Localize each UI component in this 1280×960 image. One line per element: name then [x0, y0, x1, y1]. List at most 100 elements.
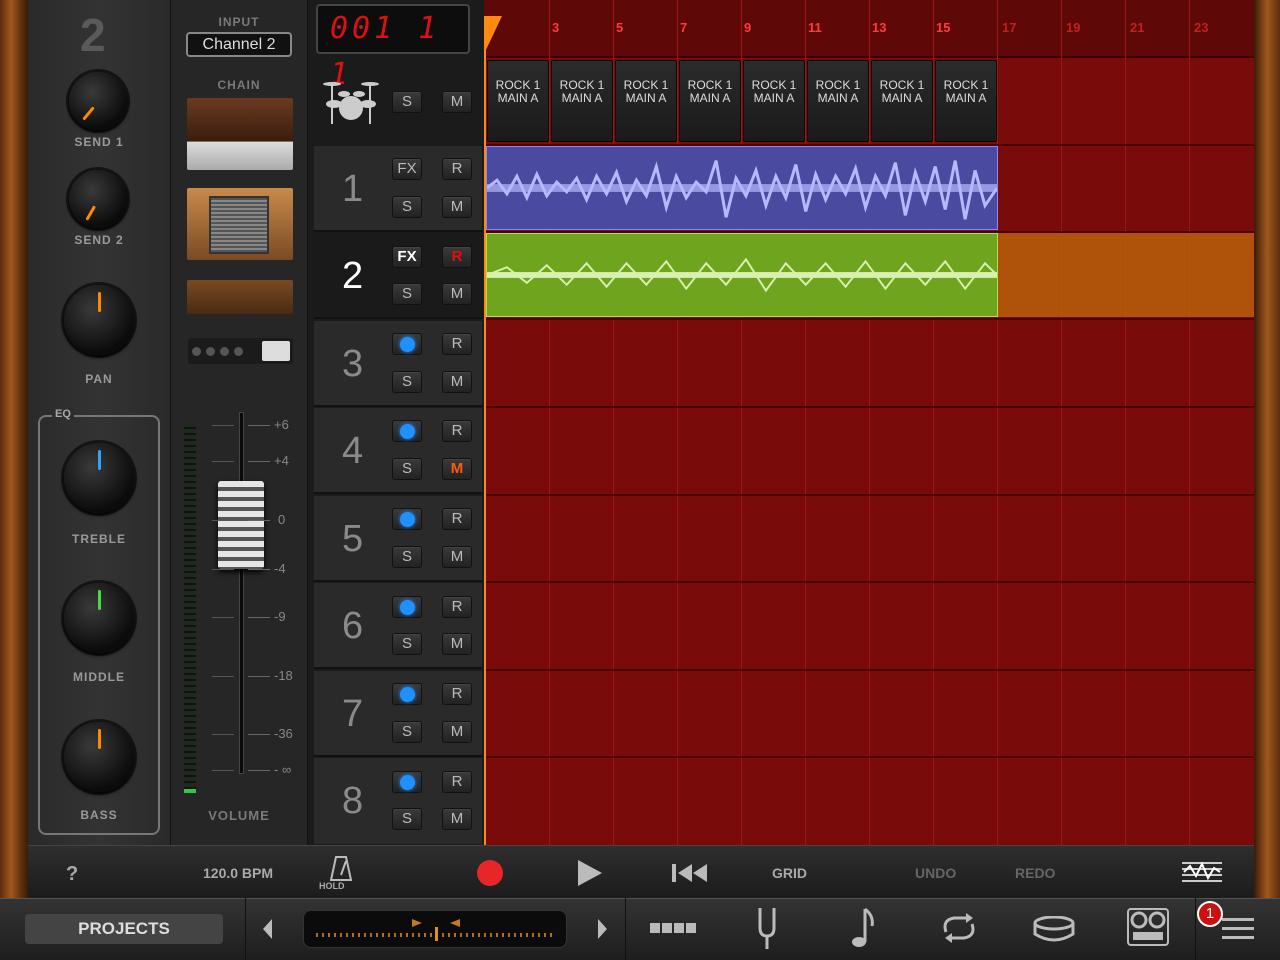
scale-minus18: -18 [274, 668, 293, 683]
track4-record-button[interactable]: R [442, 420, 472, 442]
track-number: 8 [342, 780, 364, 822]
play-button[interactable] [578, 860, 602, 886]
tape-recorder-icon[interactable] [1127, 908, 1169, 946]
drum-pattern-block[interactable]: ROCK 1 MAIN A [487, 60, 549, 142]
record-button[interactable] [477, 860, 503, 886]
notification-badge: 1 [1197, 901, 1223, 927]
track5-mute-button[interactable]: M [442, 546, 472, 568]
track7-fx-icon[interactable] [392, 683, 422, 705]
track-number: 6 [342, 605, 364, 647]
scale-zero: 0 [278, 512, 286, 527]
track1-record-button[interactable]: R [442, 158, 472, 180]
ruler-bar-5: 5 [616, 20, 624, 35]
track1-fx-button[interactable]: FX [392, 158, 422, 180]
track2-record-button[interactable]: R [442, 246, 472, 268]
pan-knob[interactable] [64, 285, 134, 355]
track1-mute-button[interactable]: M [442, 196, 472, 218]
tempo-display[interactable]: 120.0 BPM [203, 865, 273, 881]
track7-mute-button[interactable]: M [442, 721, 472, 743]
bass-knob[interactable] [64, 722, 134, 792]
room-slot[interactable] [187, 280, 293, 314]
drum-pattern-block[interactable]: ROCK 1 MAIN A [935, 60, 997, 142]
track7-solo-button[interactable]: S [392, 721, 422, 743]
track2-fx-button[interactable]: FX [392, 246, 422, 268]
music-note-icon[interactable] [850, 906, 876, 950]
ruler-bar-17: 17 [1002, 20, 1017, 35]
song-sections-icon[interactable] [650, 922, 698, 934]
ruler-bar-9: 9 [744, 20, 752, 35]
ruler-bar-11: 11 [808, 20, 822, 35]
volume-fader-handle[interactable] [218, 481, 264, 569]
track5-fx-icon[interactable] [392, 508, 422, 530]
treble-knob[interactable] [64, 443, 134, 513]
hold-label: HOLD [319, 881, 345, 891]
playhead[interactable] [484, 16, 486, 845]
drum-pattern-block[interactable]: ROCK 1 MAIN A [871, 60, 933, 142]
tuning-fork-icon[interactable] [756, 906, 778, 950]
track6-record-button[interactable]: R [442, 596, 472, 618]
track4-fx-icon[interactable] [392, 420, 422, 442]
chain-label: CHAIN [217, 78, 261, 92]
drum-pattern-block[interactable]: ROCK 1 MAIN A [679, 60, 741, 142]
waveform [487, 257, 997, 293]
drum-pattern-block[interactable]: ROCK 1 MAIN A [551, 60, 613, 142]
projects-button[interactable]: PROJECTS [25, 914, 223, 944]
track3-record-button[interactable]: R [442, 333, 472, 355]
input-selector[interactable]: Channel 2 [186, 32, 292, 57]
drum-pattern-block[interactable]: ROCK 1 MAIN A [743, 60, 805, 142]
cabinet-grille [209, 196, 269, 254]
send1-knob[interactable] [69, 72, 127, 130]
wood-panel-left [0, 0, 28, 898]
drum-pattern-block[interactable]: ROCK 1 MAIN A [807, 60, 869, 142]
amp-head-slot[interactable] [187, 98, 293, 170]
track-view-icon[interactable] [1180, 858, 1224, 886]
loop-icon[interactable] [940, 912, 978, 944]
position-display[interactable]: 001 1 1 [316, 4, 470, 92]
track7-record-button[interactable]: R [442, 683, 472, 705]
send2-label: SEND 2 [74, 233, 124, 247]
track8-record-button[interactable]: R [442, 771, 472, 793]
track2-selection-band [998, 233, 1254, 317]
grid-button[interactable]: GRID [772, 865, 807, 881]
track6-solo-button[interactable]: S [392, 633, 422, 655]
track1-solo-button[interactable]: S [392, 196, 422, 218]
scale-minus-inf: - ∞ [274, 762, 292, 777]
track4-mute-button[interactable]: M [442, 458, 472, 480]
drum-kit-icon[interactable] [322, 74, 380, 126]
track1-audio-region[interactable] [486, 146, 998, 230]
track3-fx-icon[interactable] [392, 333, 422, 355]
track2-solo-button[interactable]: S [392, 283, 422, 305]
send2-knob[interactable] [69, 170, 127, 228]
track8-solo-button[interactable]: S [392, 808, 422, 830]
track8-mute-button[interactable]: M [442, 808, 472, 830]
playhead-marker[interactable] [484, 16, 502, 54]
track2-mute-button[interactable]: M [442, 283, 472, 305]
track6-mute-button[interactable]: M [442, 633, 472, 655]
metronome-icon[interactable] [330, 855, 352, 881]
track8-fx-icon[interactable] [392, 771, 422, 793]
menu-icon[interactable] [1222, 916, 1254, 942]
volume-fader-track [239, 412, 244, 774]
track4-solo-button[interactable]: S [392, 458, 422, 480]
drum-icon[interactable] [1033, 916, 1075, 942]
redo-button[interactable]: REDO [1015, 865, 1055, 881]
help-button[interactable]: ? [66, 863, 78, 886]
scale-plus4: +4 [274, 453, 289, 468]
undo-button[interactable]: UNDO [915, 865, 956, 881]
drum-solo-button[interactable]: S [392, 91, 422, 113]
drum-mute-button[interactable]: M [442, 91, 472, 113]
middle-knob[interactable] [64, 583, 134, 653]
rewind-icon[interactable] [672, 863, 708, 883]
track6-fx-icon[interactable] [392, 596, 422, 618]
amp-cabinet-slot[interactable] [187, 188, 293, 260]
prev-arrow-icon[interactable] [262, 918, 274, 940]
drum-pattern-block[interactable]: ROCK 1 MAIN A [615, 60, 677, 142]
tuner-position-display[interactable] [303, 910, 567, 948]
track5-solo-button[interactable]: S [392, 546, 422, 568]
track5-record-button[interactable]: R [442, 508, 472, 530]
track3-solo-button[interactable]: S [392, 371, 422, 393]
scale-plus6: +6 [274, 417, 289, 432]
next-arrow-icon[interactable] [596, 918, 608, 940]
track2-audio-region[interactable] [486, 233, 998, 317]
track3-mute-button[interactable]: M [442, 371, 472, 393]
